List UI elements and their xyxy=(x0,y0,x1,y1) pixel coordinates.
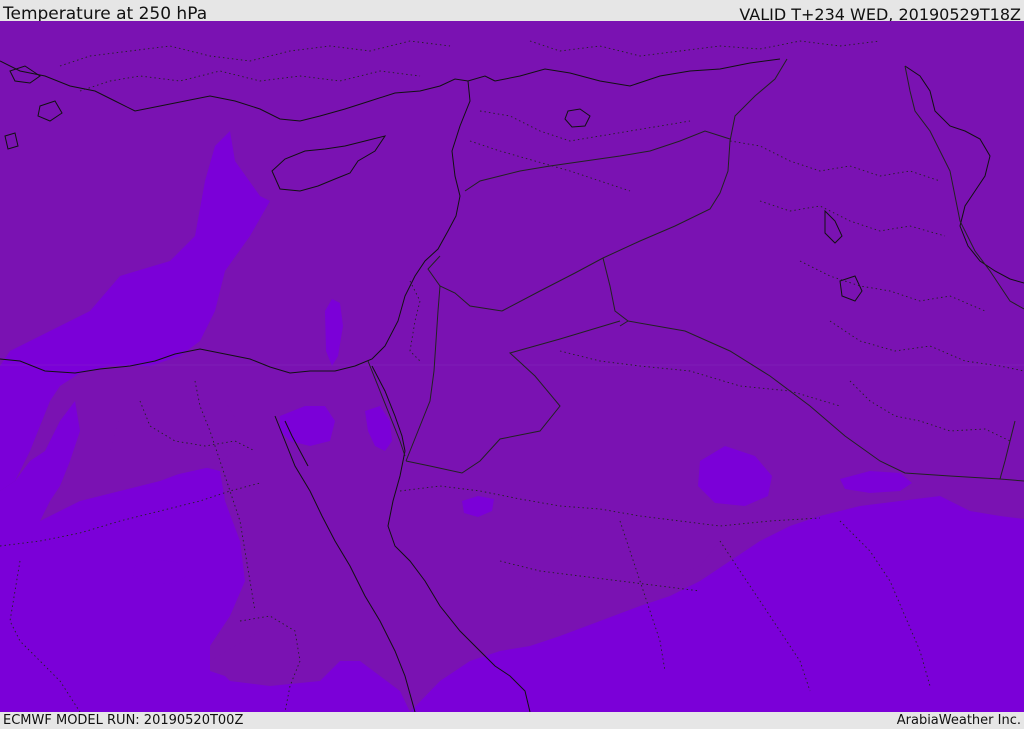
credit-label: ArabiaWeather Inc. xyxy=(896,713,1021,728)
weather-map[interactable] xyxy=(0,21,1024,712)
model-run-label: ECMWF MODEL RUN: 20190520T00Z xyxy=(3,713,244,728)
header-bar: Temperature at 250 hPa VALID T+234 WED, … xyxy=(0,0,1024,24)
map-canvas xyxy=(0,21,1024,712)
footer-bar: ECMWF MODEL RUN: 20190520T00Z ArabiaWeat… xyxy=(0,712,1024,729)
